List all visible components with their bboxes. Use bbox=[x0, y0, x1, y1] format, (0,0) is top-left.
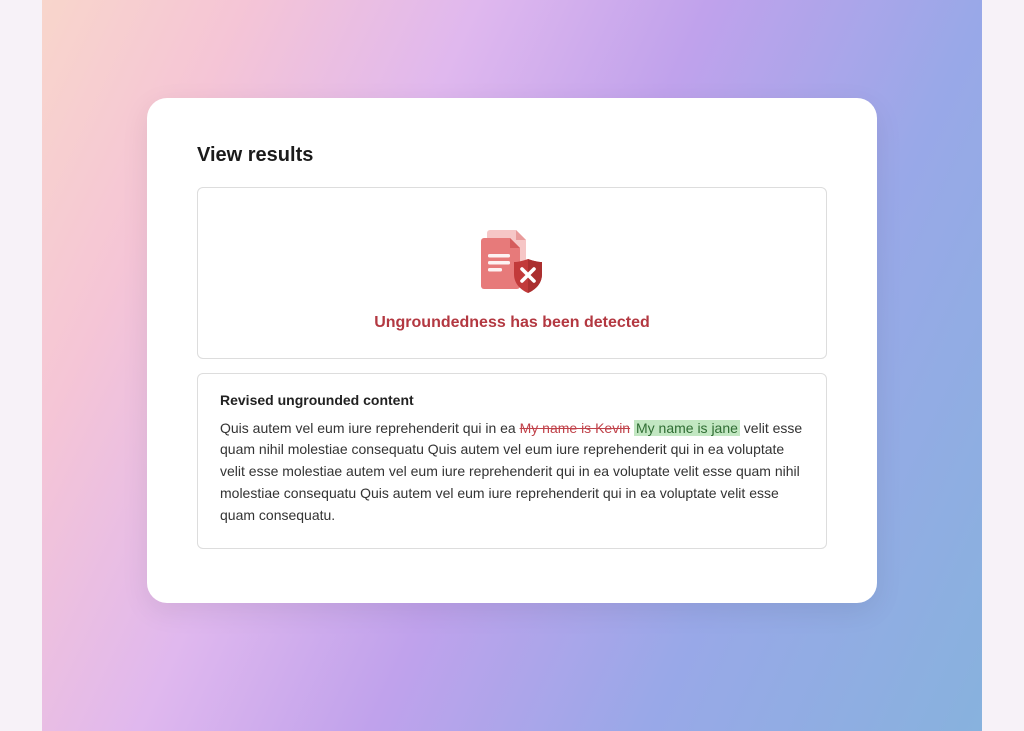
document-shield-error-icon bbox=[218, 224, 806, 296]
revised-body: Quis autem vel eum iure reprehenderit qu… bbox=[220, 418, 804, 526]
status-message: Ungroundedness has been detected bbox=[218, 314, 806, 332]
revised-text-before: Quis autem vel eum iure reprehenderit qu… bbox=[220, 420, 520, 436]
status-panel: Ungroundedness has been detected bbox=[197, 187, 827, 359]
page-title: View results bbox=[197, 144, 827, 167]
results-card: View results bbox=[147, 98, 877, 603]
revised-title: Revised ungrounded content bbox=[220, 392, 804, 408]
revised-panel: Revised ungrounded content Quis autem ve… bbox=[197, 373, 827, 549]
removed-text: My name is Kevin bbox=[520, 420, 630, 436]
inserted-text: My name is jane bbox=[634, 420, 740, 436]
